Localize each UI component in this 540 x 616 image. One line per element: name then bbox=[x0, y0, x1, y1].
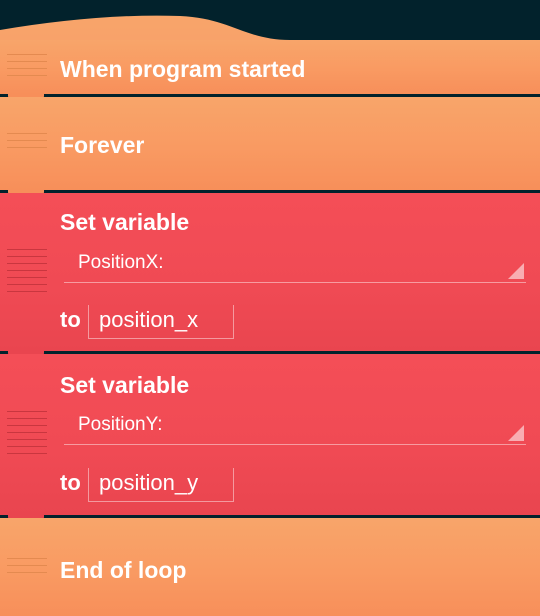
forever-block[interactable]: Forever bbox=[0, 97, 540, 190]
value-input-text: position_x bbox=[99, 307, 199, 332]
variable-dropdown[interactable]: PositionY: bbox=[64, 410, 526, 445]
drag-handle-icon[interactable] bbox=[7, 411, 47, 460]
block-label: Set variable bbox=[60, 372, 190, 398]
block-label: Forever bbox=[60, 132, 145, 158]
block-label: When program started bbox=[60, 56, 306, 82]
end-of-loop-block[interactable]: End of loop bbox=[0, 518, 540, 616]
variable-dropdown[interactable]: PositionX: bbox=[64, 248, 526, 283]
dropdown-arrow-icon bbox=[508, 263, 524, 279]
drag-handle-icon[interactable] bbox=[7, 133, 47, 154]
value-input-text: position_y bbox=[99, 470, 199, 495]
to-label: to bbox=[60, 307, 81, 332]
value-input[interactable]: position_x bbox=[88, 305, 234, 339]
variable-dropdown-value: PositionX: bbox=[78, 252, 164, 273]
when-program-started-block[interactable]: When program started bbox=[0, 40, 540, 94]
block-label: End of loop bbox=[60, 557, 187, 583]
set-variable-block-positionx[interactable]: Set variable PositionX: to position_x bbox=[0, 193, 540, 351]
value-input[interactable]: position_y bbox=[88, 468, 234, 502]
drag-handle-icon[interactable] bbox=[7, 249, 47, 298]
dropdown-arrow-icon bbox=[508, 425, 524, 441]
to-label: to bbox=[60, 470, 81, 495]
drag-handle-icon[interactable] bbox=[7, 54, 47, 82]
drag-handle-icon[interactable] bbox=[7, 558, 47, 579]
block-label: Set variable bbox=[60, 209, 190, 235]
variable-dropdown-value: PositionY: bbox=[78, 414, 163, 435]
set-variable-block-positiony[interactable]: Set variable PositionY: to position_y bbox=[0, 354, 540, 515]
